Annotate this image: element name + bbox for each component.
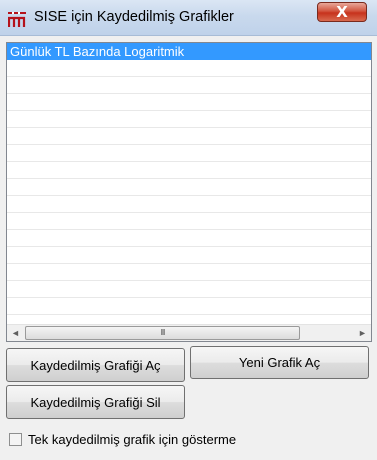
list-item[interactable] [7,247,371,264]
list-item[interactable] [7,111,371,128]
window-title: SISE için Kaydedilmiş Grafikler [34,9,234,25]
scroll-left-arrow-icon[interactable]: ◄ [7,325,24,341]
list-item[interactable]: Günlük TL Bazında Logaritmik [7,43,371,60]
list-item[interactable] [7,298,371,315]
delete-saved-chart-label: Kaydedilmiş Grafiği Sil [30,395,161,410]
delete-saved-chart-button[interactable]: Kaydedilmiş Grafiği Sil [6,385,185,419]
dont-show-checkbox[interactable] [9,433,22,446]
list-item[interactable] [7,213,371,230]
open-saved-chart-label: Kaydedilmiş Grafiği Aç [30,358,161,373]
list-item[interactable] [7,162,371,179]
list-item[interactable] [7,230,371,247]
list-item[interactable] [7,264,371,281]
dont-show-label: Tek kaydedilmiş grafik için gösterme [28,432,237,447]
list-item[interactable] [7,128,371,145]
title-bar[interactable]: SISE için Kaydedilmiş Grafikler X [0,0,377,36]
saved-charts-list[interactable]: Günlük TL Bazında Logaritmik ◄ III ► [6,42,372,342]
list-item[interactable] [7,179,371,196]
list-item[interactable] [7,196,371,213]
app-logo-icon [8,12,26,27]
list-item[interactable] [7,60,371,77]
new-chart-button[interactable]: Yeni Grafik Aç [190,346,369,379]
scrollbar-grip-icon: III [160,328,166,337]
horizontal-scrollbar[interactable]: ◄ III ► [7,324,371,341]
new-chart-label: Yeni Grafik Aç [238,355,321,370]
scrollbar-thumb[interactable]: III [25,326,300,340]
list-item[interactable] [7,94,371,111]
scroll-right-arrow-icon[interactable]: ► [354,325,371,341]
list-item[interactable] [7,77,371,94]
close-button[interactable]: X [317,2,367,22]
close-icon: X [336,3,348,21]
list-item[interactable] [7,145,371,162]
list-item[interactable] [7,281,371,298]
open-saved-chart-button[interactable]: Kaydedilmiş Grafiği Aç [6,348,185,382]
list-rows: Günlük TL Bazında Logaritmik [7,43,371,332]
